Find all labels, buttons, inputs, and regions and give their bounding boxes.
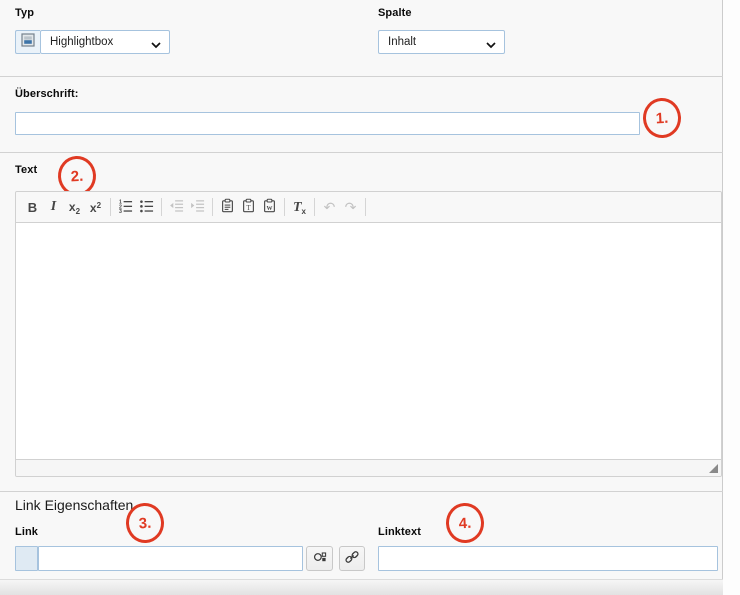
- superscript-icon: x2: [90, 200, 101, 215]
- panel-bottom-edge: [0, 579, 723, 595]
- superscript-button[interactable]: x2: [85, 195, 106, 219]
- svg-text:W: W: [267, 206, 273, 212]
- bulleted-list-button[interactable]: [136, 195, 157, 219]
- svg-text:3: 3: [119, 209, 122, 213]
- indent-icon: [190, 198, 205, 216]
- linktext-label: Linktext: [378, 526, 421, 538]
- bold-button[interactable]: B: [22, 195, 43, 219]
- annotation-number: 2.: [70, 167, 83, 185]
- undo-button[interactable]: ↶: [319, 195, 340, 219]
- subscript-icon: x2: [69, 199, 80, 216]
- typ-select[interactable]: Highlightbox: [40, 30, 170, 54]
- indent-button[interactable]: [187, 195, 208, 219]
- outdent-icon: [169, 198, 184, 216]
- italic-icon: I: [51, 199, 56, 215]
- ueberschrift-input[interactable]: [15, 112, 640, 135]
- numbered-list-icon: 1 2 3: [118, 198, 133, 216]
- form-panel: Typ Highlightbox Spalte Inhalt: [0, 0, 723, 595]
- chevron-down-icon: [486, 40, 496, 52]
- toolbar-separator: [314, 198, 315, 216]
- paste-from-word-icon: W: [262, 198, 277, 216]
- ueberschrift-label: Überschrift:: [15, 88, 79, 100]
- outdent-button[interactable]: [166, 195, 187, 219]
- toolbar-separator: [212, 198, 213, 216]
- divider: [0, 76, 723, 77]
- link-input[interactable]: [38, 546, 303, 571]
- remove-format-button[interactable]: Tx: [289, 195, 310, 219]
- bold-icon: B: [28, 200, 37, 215]
- annotation-number: 4.: [458, 514, 471, 532]
- paste-icon: [220, 198, 235, 216]
- resize-handle-icon[interactable]: [709, 464, 718, 473]
- typ-select-value: Highlightbox: [50, 36, 113, 48]
- text-label: Text: [15, 164, 37, 176]
- toolbar-separator: [110, 198, 111, 216]
- content-element-icon: [21, 33, 35, 52]
- editor-toolbar: B I x2 x2 1 2 3: [16, 192, 721, 223]
- typ-label: Typ: [15, 7, 34, 19]
- subscript-button[interactable]: x2: [64, 195, 85, 219]
- paste-from-word-button[interactable]: W: [259, 195, 280, 219]
- toolbar-separator: [284, 198, 285, 216]
- redo-button[interactable]: ↷: [340, 195, 361, 219]
- italic-button[interactable]: I: [43, 195, 64, 219]
- paste-button[interactable]: [217, 195, 238, 219]
- divider: [0, 152, 723, 153]
- spalte-select-value: Inhalt: [388, 36, 416, 48]
- editor-content-area[interactable]: [16, 223, 721, 459]
- svg-text:T: T: [246, 204, 251, 212]
- link-label: Link: [15, 526, 38, 538]
- spalte-label: Spalte: [378, 7, 412, 19]
- bulleted-list-icon: [139, 198, 154, 216]
- link-wizard-button[interactable]: [339, 546, 365, 571]
- editor-footer: [16, 459, 721, 476]
- annotation-circle-1: 1.: [642, 97, 682, 139]
- typ-icon-box: [15, 30, 40, 54]
- link-section-heading: Link Eigenschaften: [15, 497, 133, 513]
- annotation-circle-3: 3.: [125, 502, 165, 544]
- paste-plain-text-button[interactable]: T: [238, 195, 259, 219]
- link-field-prefix-chip: [15, 546, 38, 571]
- chain-link-icon: [345, 550, 359, 567]
- form-stage: Typ Highlightbox Spalte Inhalt: [0, 0, 740, 595]
- record-browser-icon: [313, 550, 327, 567]
- divider: [0, 491, 723, 492]
- linktext-input[interactable]: [378, 546, 718, 571]
- record-browser-button[interactable]: [306, 546, 333, 571]
- numbered-list-button[interactable]: 1 2 3: [115, 195, 136, 219]
- remove-format-icon: Tx: [293, 199, 306, 216]
- toolbar-separator: [161, 198, 162, 216]
- richtext-editor: B I x2 x2 1 2 3: [15, 191, 722, 477]
- paste-plain-text-icon: T: [241, 198, 256, 216]
- redo-icon: ↷: [345, 200, 357, 214]
- spalte-select[interactable]: Inhalt: [378, 30, 505, 54]
- annotation-number: 1.: [655, 109, 668, 127]
- annotation-number: 3.: [138, 514, 151, 532]
- toolbar-separator: [365, 198, 366, 216]
- annotation-circle-4: 4.: [445, 502, 485, 544]
- undo-icon: ↶: [324, 200, 336, 214]
- chevron-down-icon: [151, 40, 161, 52]
